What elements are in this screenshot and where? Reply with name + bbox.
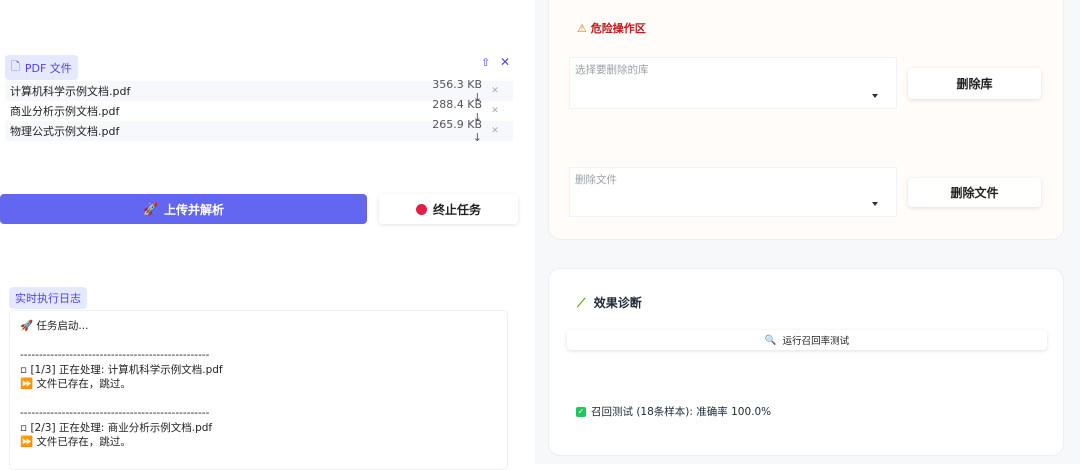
log-output: 🚀 任务启动... ------------------------------… [9,310,508,470]
red-circle-icon [415,203,427,215]
log-label: 实时执行日志 [9,287,87,309]
remove-file-icon[interactable]: ✕ [482,106,508,116]
upload-icon[interactable]: ⇧ [481,56,490,69]
chevron-down-icon [872,94,878,98]
clear-files-icon[interactable]: ✕ [500,55,510,69]
delete-file-button[interactable]: 删除文件 [908,178,1041,207]
file-upload-label: 🗋 PDF 文件 [5,55,78,80]
danger-zone-title: ⚠ 危险操作区 [577,22,646,35]
remove-file-icon[interactable]: ✕ [482,86,508,96]
upload-parse-button[interactable]: 🚀 上传并解析 [0,194,367,224]
file-row[interactable]: 物理公式示例文档.pdf 265.9 KB ↓ ✕ [5,118,513,144]
warning-icon: ⚠ [577,22,587,35]
run-recall-test-button[interactable]: 🔍 运行召回率测试 [567,330,1047,350]
search-icon: 🔍 [764,334,777,346]
remove-file-icon[interactable]: ✕ [482,126,508,136]
file-select[interactable]: 删除文件 [569,167,897,217]
delete-library-button[interactable]: 删除库 [908,68,1041,99]
diagnostics-title: ⟋ 效果诊断 [577,296,642,310]
file-icon: 🗋 [11,60,20,73]
diagnostics-card: ⟋ 效果诊断 🔍 运行召回率测试 ✓ 召回测试 (18条样本): 准确率 100.0… [548,268,1064,456]
chevron-down-icon [872,202,878,206]
danger-zone-card: ⚠ 危险操作区 选择要删除的库 删除库 删除文件 删除文件 [548,0,1064,240]
check-icon: ✓ [576,406,586,417]
rocket-icon: 🚀 [143,202,158,216]
recall-result: ✓ 召回测试 (18条样本): 准确率 100.0% [576,406,772,418]
library-select[interactable]: 选择要删除的库 [569,57,897,109]
test-tube-icon: ⟋ [577,296,586,310]
stop-task-button[interactable]: 终止任务 [379,194,518,224]
